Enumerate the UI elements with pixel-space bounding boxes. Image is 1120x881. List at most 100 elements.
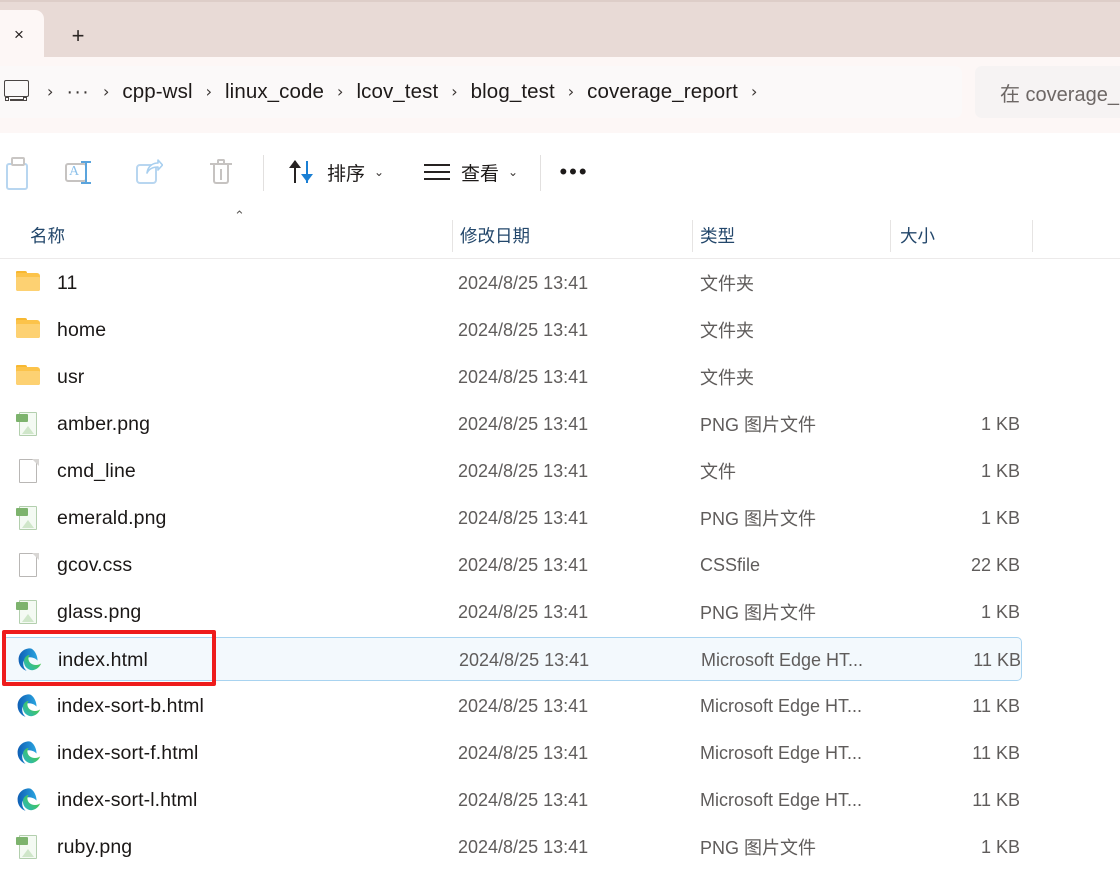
- breadcrumb-item-coverage-report[interactable]: coverage_report: [587, 80, 738, 104]
- rename-caret-top: [81, 161, 91, 163]
- column-divider-1[interactable]: [452, 220, 453, 252]
- breadcrumb-item-blog-test[interactable]: blog_test: [471, 80, 555, 104]
- file-name-cell[interactable]: index-sort-f.html: [16, 731, 199, 775]
- file-list[interactable]: 11 2024/8/25 13:41 文件夹 home 2024/8/25 13:41 文…: [0, 259, 1120, 881]
- file-size-cell: [900, 308, 1020, 352]
- folder-front: [16, 371, 40, 385]
- table-row[interactable]: index.html 2024/8/25 13:41 Microsoft Edge …: [2, 637, 1022, 681]
- file-name-cell[interactable]: gcov.css: [16, 543, 132, 587]
- column-header-size[interactable]: 大小: [900, 213, 1028, 258]
- folder-front: [16, 277, 40, 291]
- chevron-right-icon-1: ›: [103, 82, 110, 101]
- toolbar-divider-2: [540, 155, 541, 191]
- table-row[interactable]: index-sort-l.html 2024/8/25 13:41 Microsof…: [2, 778, 1022, 822]
- file-name-cell[interactable]: emerald.png: [16, 496, 167, 540]
- file-name-cell[interactable]: usr: [16, 355, 84, 399]
- png-badge: [16, 837, 28, 845]
- table-row[interactable]: index-sort-f.html 2024/8/25 13:41 Microsof…: [2, 731, 1022, 775]
- edge-logo: [17, 741, 41, 764]
- folder-icon: [16, 364, 42, 390]
- table-row[interactable]: cmd_line 2024/8/25 13:41 文件 1 KB: [2, 449, 1022, 493]
- file-date-cell: 2024/8/25 13:41: [458, 413, 589, 434]
- monitor-foot-left: [5, 97, 9, 101]
- file-type-cell: PNG 图片文件: [700, 603, 817, 623]
- rename-caret-bottom: [81, 182, 91, 184]
- png-file-icon: [16, 411, 42, 437]
- table-row[interactable]: amber.png 2024/8/25 13:41 PNG 图片文件 1 KB: [2, 402, 1022, 446]
- column-header-name[interactable]: 名称: [30, 213, 430, 258]
- share-button[interactable]: [125, 147, 175, 197]
- file-name-label: cmd_line: [57, 459, 136, 482]
- column-header-type[interactable]: 类型: [700, 213, 886, 258]
- file-type-cell: 文件夹: [700, 321, 754, 341]
- table-row[interactable]: 11 2024/8/25 13:41 文件夹: [2, 261, 1022, 305]
- table-row[interactable]: ruby.png 2024/8/25 13:41 PNG 图片文件 1 KB: [2, 825, 1022, 869]
- sort-button[interactable]: 排序 ⌄: [278, 147, 394, 197]
- rename-caret: [85, 161, 87, 184]
- file-name-cell[interactable]: amber.png: [16, 402, 150, 446]
- file-date-cell: 2024/8/25 13:41: [458, 319, 589, 340]
- file-name-cell[interactable]: index-sort-l.html: [16, 778, 197, 822]
- file-type-cell: PNG 图片文件: [700, 838, 817, 858]
- file-size-cell: 11 KB: [972, 742, 1020, 763]
- file-name-label: home: [57, 318, 107, 341]
- table-row[interactable]: glass.png 2024/8/25 13:41 PNG 图片文件 1 KB: [2, 590, 1022, 634]
- close-icon[interactable]: ×: [6, 21, 32, 47]
- rename-letter: A: [69, 164, 80, 179]
- more-options-button[interactable]: •••: [549, 147, 599, 197]
- file-name-label: ruby.png: [57, 835, 133, 858]
- file-name-cell[interactable]: index.html: [17, 638, 148, 682]
- file-name-label: index-sort-f.html: [57, 741, 199, 764]
- png-file-icon: [16, 599, 42, 625]
- edge-icon: [17, 647, 43, 673]
- file-size-cell: 1 KB: [980, 601, 1020, 622]
- delete-button[interactable]: [196, 147, 246, 197]
- png-image-glyph: [22, 614, 34, 622]
- file-name-cell[interactable]: home: [16, 308, 106, 352]
- new-tab-icon[interactable]: +: [62, 21, 94, 51]
- breadcrumb-overflow[interactable]: ···: [66, 81, 90, 104]
- file-date-cell: 2024/8/25 13:41: [458, 460, 589, 481]
- folder-icon: [16, 270, 42, 296]
- chevron-right-icon-0: ›: [47, 82, 54, 101]
- column-divider-4[interactable]: [1032, 220, 1033, 252]
- table-row[interactable]: gcov.css 2024/8/25 13:41 CSSfile 22 KB: [2, 543, 1022, 587]
- monitor-screen: [4, 80, 29, 97]
- search-input[interactable]: 在 coverage_: [975, 66, 1120, 118]
- column-divider-3[interactable]: [890, 220, 891, 252]
- file-date-cell: 2024/8/25 13:41: [458, 366, 589, 387]
- breadcrumb-item-cpp-wsl[interactable]: cpp-wsl: [122, 80, 192, 104]
- file-name-cell[interactable]: index-sort-b.html: [16, 684, 204, 728]
- edge-logo: [18, 648, 42, 671]
- view-button[interactable]: 查看 ⌄: [412, 147, 528, 197]
- table-row[interactable]: home 2024/8/25 13:41 文件夹: [2, 308, 1022, 352]
- rename-button[interactable]: A: [53, 147, 103, 197]
- breadcrumb-item-linux-code[interactable]: linux_code: [225, 80, 324, 104]
- breadcrumb-item-lcov-test[interactable]: lcov_test: [356, 80, 438, 104]
- file-size-cell: [900, 261, 1020, 305]
- file-date-cell: 2024/8/25 13:41: [458, 695, 589, 716]
- folder-icon: [16, 317, 42, 343]
- file-name-cell[interactable]: 11: [16, 261, 77, 305]
- file-name-label: gcov.css: [57, 553, 133, 576]
- file-name-cell[interactable]: cmd_line: [16, 449, 136, 493]
- file-name-cell[interactable]: ruby.png: [16, 825, 132, 869]
- png-image-glyph: [22, 849, 34, 857]
- table-row[interactable]: emerald.png 2024/8/25 13:41 PNG 图片文件 1 KB: [2, 496, 1022, 540]
- column-divider-2[interactable]: [692, 220, 693, 252]
- table-row[interactable]: index-sort-b.html 2024/8/25 13:41 Microsof…: [2, 684, 1022, 728]
- paste-button[interactable]: [0, 147, 42, 197]
- chevron-down-icon-sort: ⌄: [374, 165, 385, 179]
- this-pc-icon[interactable]: [2, 80, 32, 104]
- file-name-cell[interactable]: glass.png: [16, 590, 141, 634]
- file-date-cell: 2024/8/25 13:41: [458, 601, 589, 622]
- trash-bar: [220, 169, 222, 180]
- png-file-icon: [16, 834, 42, 860]
- sort-up-head: [289, 160, 301, 168]
- table-row[interactable]: usr 2024/8/25 13:41 文件夹: [2, 355, 1022, 399]
- edge-icon: [16, 787, 42, 813]
- file-type-cell: Microsoft Edge HT...: [700, 789, 863, 810]
- document-fold: [32, 553, 39, 560]
- column-header-date-modified[interactable]: 修改日期: [460, 213, 688, 258]
- breadcrumb[interactable]: › ··· › cpp-wsl › linux_code › lcov_test…: [0, 66, 962, 118]
